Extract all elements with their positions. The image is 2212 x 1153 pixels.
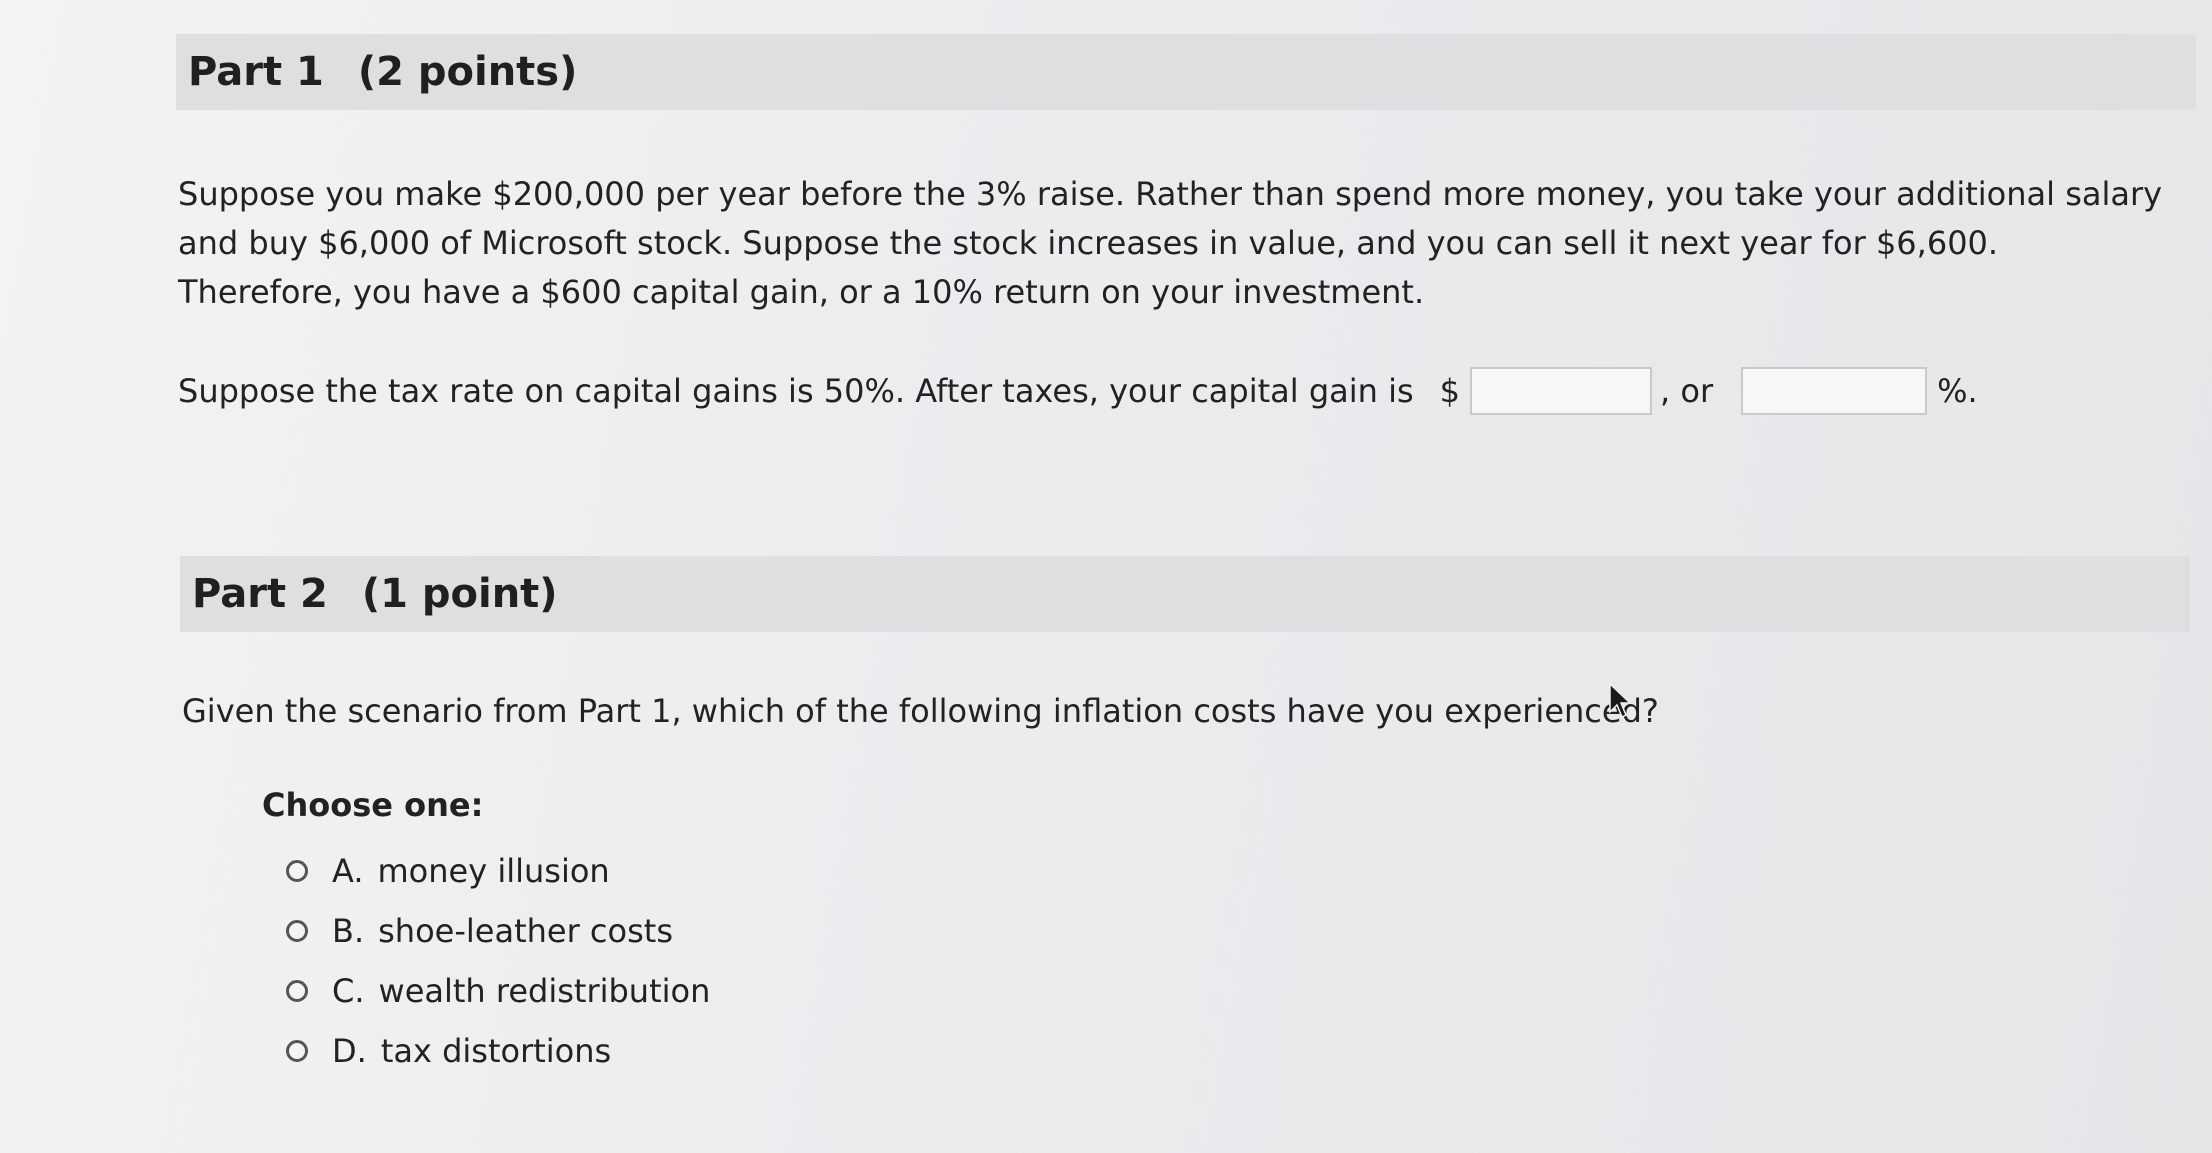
option-d[interactable]: D. tax distortions	[286, 1032, 611, 1070]
tax-prompt-text: Suppose the tax rate on capital gains is…	[178, 372, 1414, 410]
or-connector: , or	[1660, 372, 1714, 410]
part2-question: Given the scenario from Part 1, which of…	[182, 692, 1659, 730]
scenario-paragraph: Suppose you make $200,000 per year befor…	[178, 175, 2163, 311]
radio-button-icon[interactable]	[286, 980, 308, 1002]
radio-button-icon[interactable]	[286, 920, 308, 942]
option-letter: A.	[332, 852, 364, 890]
currency-symbol: $	[1439, 372, 1461, 410]
option-letter: D.	[332, 1032, 367, 1070]
radio-button-icon[interactable]	[286, 860, 308, 882]
percent-suffix: %.	[1937, 372, 1978, 410]
capital-gain-dollar-input[interactable]	[1470, 367, 1653, 415]
option-letter: C.	[332, 972, 365, 1010]
option-letter: B.	[332, 912, 365, 950]
part1-header: Part 1 (2 points)	[176, 34, 2196, 110]
capital-gain-percent-input[interactable]	[1741, 367, 1928, 415]
option-c[interactable]: C. wealth redistribution	[286, 972, 710, 1010]
part1-points: (2 points)	[357, 49, 578, 95]
part2-points: (1 point)	[361, 571, 558, 617]
mouse-pointer-icon	[1609, 682, 1632, 719]
choose-one-label: Choose one:	[262, 786, 484, 824]
part2-title: Part 2	[192, 571, 328, 617]
option-a[interactable]: A. money illusion	[286, 852, 610, 890]
option-label: tax distortions	[380, 1032, 612, 1070]
tax-question-line: Suppose the tax rate on capital gains is…	[178, 366, 1978, 416]
part2-header: Part 2 (1 point)	[180, 556, 2190, 632]
part1-title: Part 1	[188, 49, 324, 95]
option-b[interactable]: B. shoe-leather costs	[286, 912, 673, 950]
radio-button-icon[interactable]	[286, 1040, 308, 1062]
option-label: money illusion	[377, 852, 610, 890]
option-label: wealth redistribution	[378, 972, 711, 1010]
option-label: shoe-leather costs	[378, 912, 673, 950]
